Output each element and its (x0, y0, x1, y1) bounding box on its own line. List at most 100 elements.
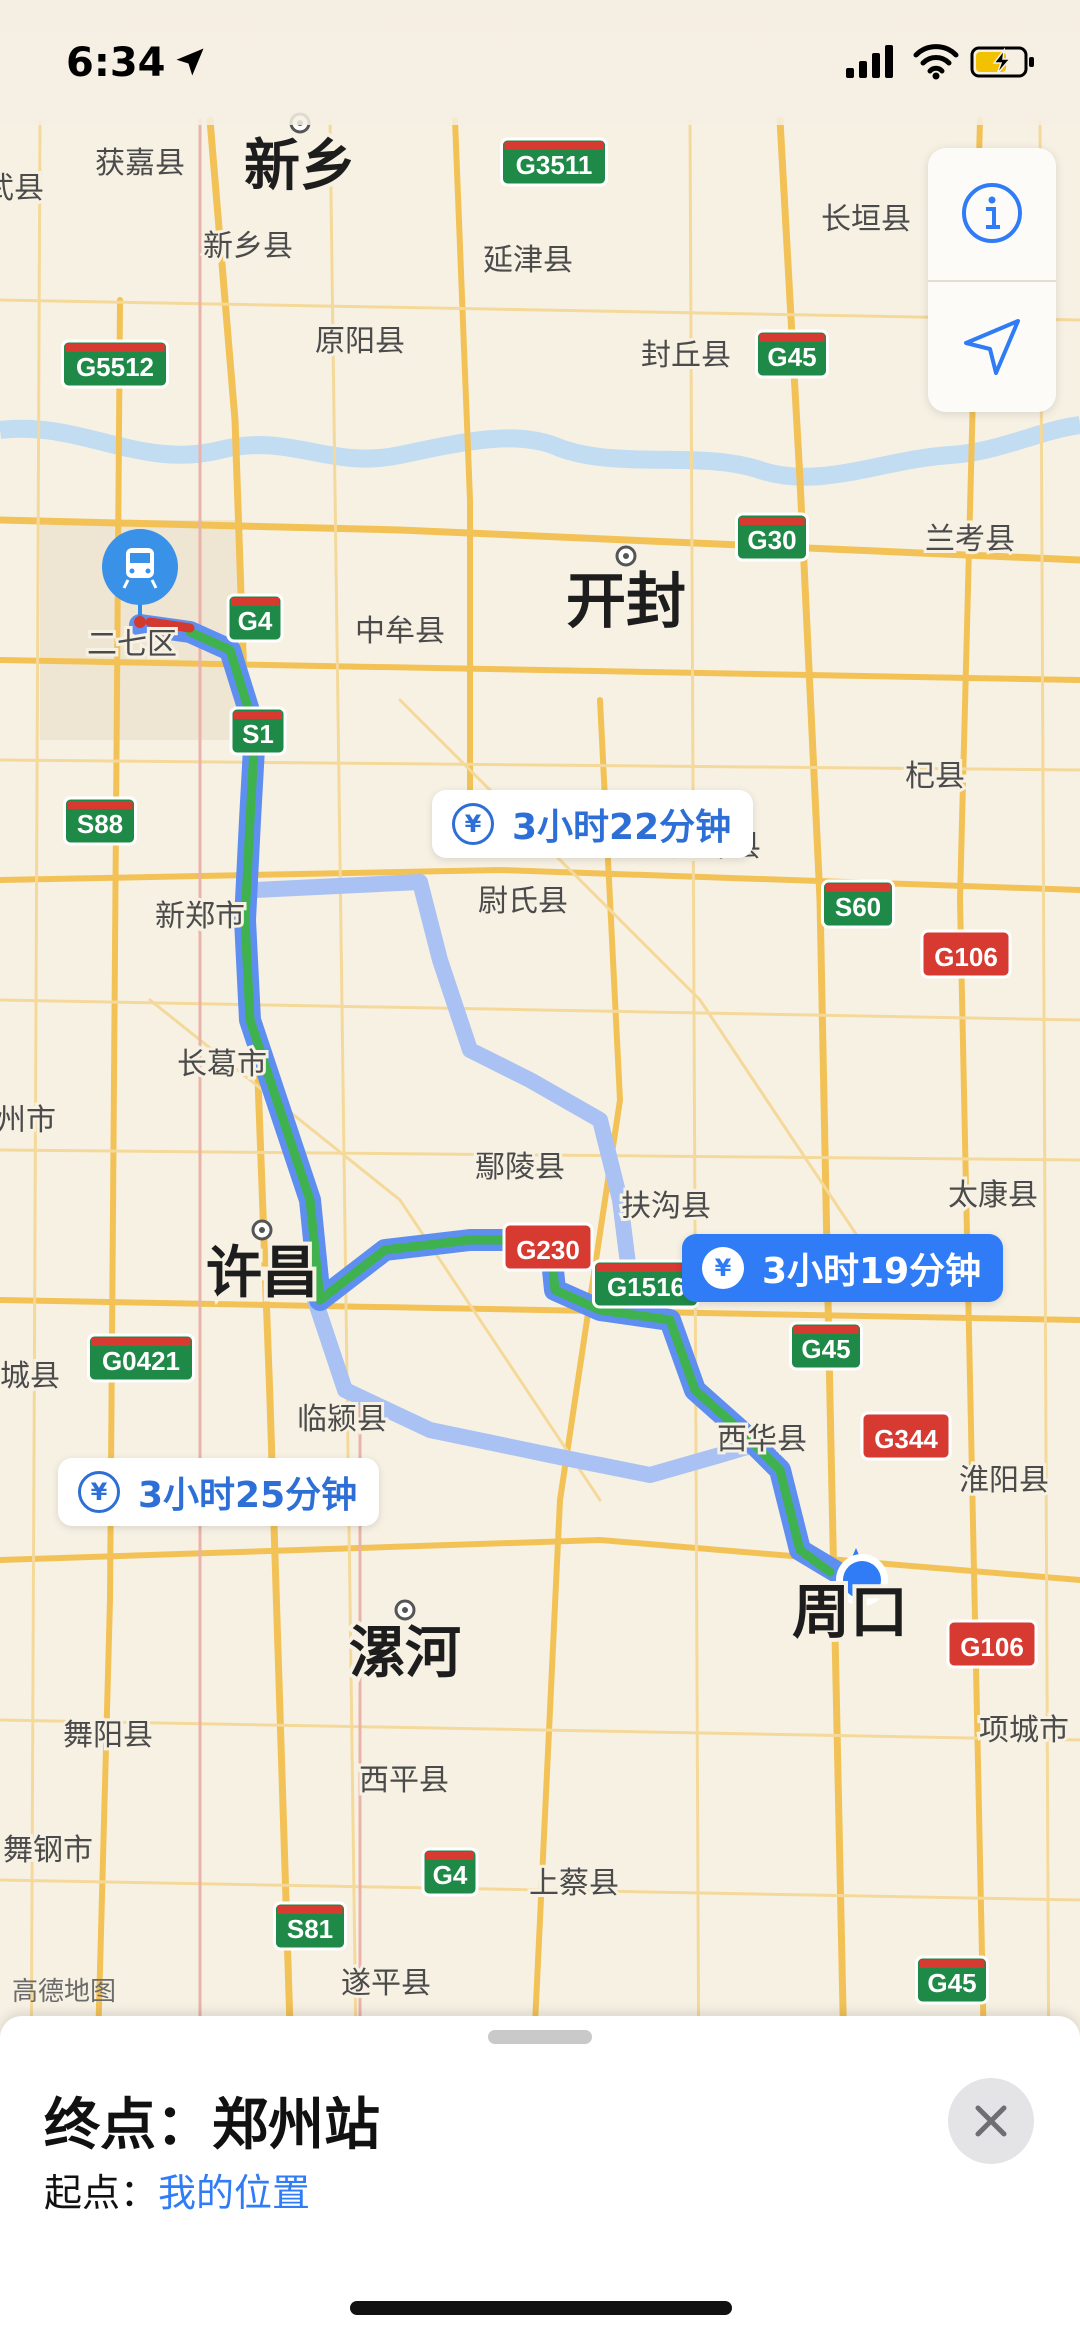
route-duration: 3小时19分钟 (762, 1251, 982, 1292)
yen-icon: ¥ (702, 1247, 744, 1289)
navigate-arrow-icon (964, 319, 1020, 375)
highway-shield-g106: G106 (920, 929, 1012, 979)
highway-shield-g30: G30 (735, 512, 809, 562)
start-location-link[interactable]: 我的位置 (158, 2171, 310, 2215)
highway-shield-g230: G230 (502, 1222, 594, 1272)
shield-code: G230 (516, 1235, 580, 1265)
county-label: 淮阳县 (959, 1463, 1049, 1498)
county-label: 长垣县 (821, 202, 911, 237)
highway-shield-g45: G45 (755, 329, 829, 379)
shield-code: S81 (287, 1914, 333, 1944)
county-label: 尉氏县 (478, 884, 568, 919)
highway-shield-g5512: G5512 (61, 339, 169, 389)
city-label: 漯河 (349, 1621, 461, 1686)
route-sheet[interactable]: 终点：郑州站 起点：我的位置 (0, 2016, 1080, 2339)
city-label: 许昌 (206, 1241, 318, 1306)
shield-code: G106 (960, 1632, 1024, 1662)
county-label: 遂平县 (341, 1966, 431, 2001)
highway-shield-s81: S81 (273, 1901, 347, 1951)
battery-charging-icon (970, 46, 1034, 78)
county-label: 延津县 (483, 243, 573, 278)
map-attribution: 高德地图 (12, 1976, 116, 2006)
map-view[interactable]: G3511 G5512 G45 G30 G4 S1 S88 S60 G106 G230 G1516 G… (0, 0, 1080, 2339)
destination-name: 郑州站 (212, 2093, 380, 2158)
county-label: 太康县 (948, 1178, 1038, 1213)
county-label: 封丘县 (641, 338, 731, 373)
shield-code: S88 (77, 809, 123, 839)
yen-icon: ¥ (452, 803, 494, 845)
home-indicator (350, 2301, 732, 2315)
wifi-icon (913, 44, 959, 80)
shield-code: G4 (433, 1860, 468, 1890)
county-label: 城县 (0, 1359, 60, 1394)
shield-code: S60 (835, 892, 881, 922)
highway-shield-s60: S60 (821, 879, 895, 929)
county-label: 舞钢市 (3, 1833, 93, 1868)
shield-code: G344 (874, 1424, 938, 1454)
county-label: 武县 (0, 171, 44, 206)
highway-shield-s1: S1 (229, 706, 287, 756)
shield-code: G3511 (516, 150, 593, 180)
highway-shield-g106: G106 (946, 1619, 1038, 1669)
county-label: 长葛市 (177, 1047, 267, 1082)
highway-shield-g3511: G3511 (500, 137, 608, 187)
route-option-2[interactable]: ¥ 3小时19分钟 (682, 1234, 1004, 1302)
shield-code: G45 (767, 342, 816, 372)
shield-code: G5512 (76, 352, 154, 382)
county-label: 西华县 (717, 1422, 807, 1457)
city-dot (615, 545, 637, 567)
close-icon (975, 2105, 1007, 2137)
map-info-button[interactable] (928, 148, 1056, 278)
track-location-button[interactable] (928, 282, 1056, 412)
destination-label: 终点： (44, 2093, 212, 2158)
info-icon (962, 183, 1022, 243)
map-controls (928, 148, 1056, 412)
city-label: 开封 (566, 567, 686, 637)
status-bar: 6:34 (0, 0, 1080, 125)
start-label: 起点： (44, 2171, 159, 2215)
county-label: 州市 (0, 1103, 56, 1138)
highway-shield-g344: G344 (860, 1411, 952, 1461)
county-label: 获嘉县 (95, 146, 185, 181)
location-arrow-icon (176, 48, 204, 76)
route-option-3[interactable]: ¥ 3小时25分钟 (58, 1458, 380, 1526)
county-label: 二七区 (87, 627, 177, 662)
shield-code: S1 (242, 719, 274, 749)
shield-code: G0421 (102, 1346, 180, 1376)
county-label: 临颍县 (297, 1402, 387, 1437)
county-label: 新郑市 (155, 899, 245, 934)
highway-shield-g4: G4 (226, 593, 284, 643)
county-label: 鄢陵县 (475, 1150, 565, 1185)
city-dot (251, 1219, 273, 1241)
county-label: 兰考县 (925, 522, 1015, 557)
county-label: 中牟县 (355, 614, 445, 649)
shield-code: G1516 (607, 1272, 685, 1302)
start-line: 起点：我的位置 (44, 2162, 310, 2217)
county-label: 杞县 (905, 759, 965, 794)
highway-shield-s88: S88 (63, 796, 137, 846)
city-label: 周口 (792, 1578, 908, 1646)
highway-shield-g4: G4 (421, 1847, 479, 1897)
shield-code: G30 (747, 525, 796, 555)
shield-code: G106 (934, 942, 998, 972)
route-option-1[interactable]: ¥ 3小时22分钟 (432, 790, 754, 858)
shield-code: G4 (238, 606, 273, 636)
shield-code: G45 (801, 1334, 850, 1364)
county-label: 西平县 (359, 1763, 449, 1798)
county-label: 项城市 (979, 1713, 1069, 1748)
highway-shield-g45: G45 (915, 1955, 989, 2005)
highway-shield-g0421: G0421 (87, 1333, 195, 1383)
county-label: 舞阳县 (63, 1718, 153, 1753)
status-time: 6:34 (66, 40, 166, 86)
city-dot (394, 1599, 416, 1621)
city-label: 新乡 (244, 134, 356, 199)
close-button[interactable] (948, 2078, 1034, 2164)
route-duration: 3小时22分钟 (512, 807, 732, 848)
highway-shield-g45: G45 (789, 1321, 863, 1371)
county-label: 扶沟县 (621, 1189, 711, 1224)
county-label: 原阳县 (315, 324, 405, 359)
sheet-grabber[interactable] (488, 2030, 592, 2044)
destination-line: 终点：郑州站 (44, 2080, 380, 2161)
route-duration: 3小时25分钟 (138, 1475, 358, 1516)
signal-icon (846, 45, 893, 78)
